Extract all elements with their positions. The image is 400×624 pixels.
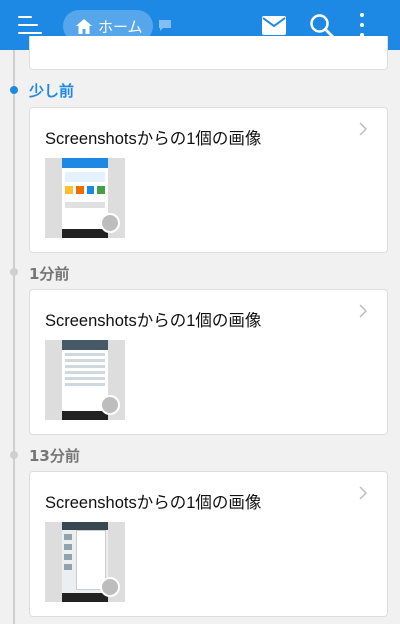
- more-vert-icon[interactable]: [357, 12, 367, 38]
- menu-icon[interactable]: [18, 14, 42, 36]
- card-title: Screenshotsからの1個の画像: [45, 130, 262, 148]
- timeline-card[interactable]: Screenshotsからの1個の画像: [29, 107, 388, 253]
- timeline-card-previous[interactable]: [29, 36, 388, 70]
- chevron-right-icon: [359, 304, 367, 318]
- timeline-dot: [10, 268, 18, 276]
- timeline-card[interactable]: Screenshotsからの1個の画像: [29, 289, 388, 435]
- section-label: 1分前: [29, 265, 70, 283]
- select-circle[interactable]: [100, 395, 120, 415]
- section-label: 少し前: [29, 82, 75, 100]
- image-thumbnail[interactable]: [45, 340, 125, 420]
- home-label: ホーム: [98, 17, 143, 36]
- image-thumbnail[interactable]: [45, 158, 125, 238]
- card-title: Screenshotsからの1個の画像: [45, 312, 262, 330]
- select-circle[interactable]: [100, 213, 120, 233]
- timeline-card[interactable]: Screenshotsからの1個の画像: [29, 471, 388, 617]
- select-circle[interactable]: [100, 577, 120, 597]
- image-thumbnail[interactable]: [45, 522, 125, 602]
- chat-icon[interactable]: [158, 19, 172, 32]
- home-icon: [76, 18, 92, 34]
- mail-icon[interactable]: [262, 16, 286, 35]
- timeline-line: [13, 50, 15, 624]
- timeline-dot: [10, 86, 18, 94]
- section-label: 13分前: [29, 447, 80, 465]
- timeline-dot: [10, 451, 18, 459]
- chevron-right-icon: [359, 486, 367, 500]
- card-title: Screenshotsからの1個の画像: [45, 494, 262, 512]
- chevron-right-icon: [359, 122, 367, 136]
